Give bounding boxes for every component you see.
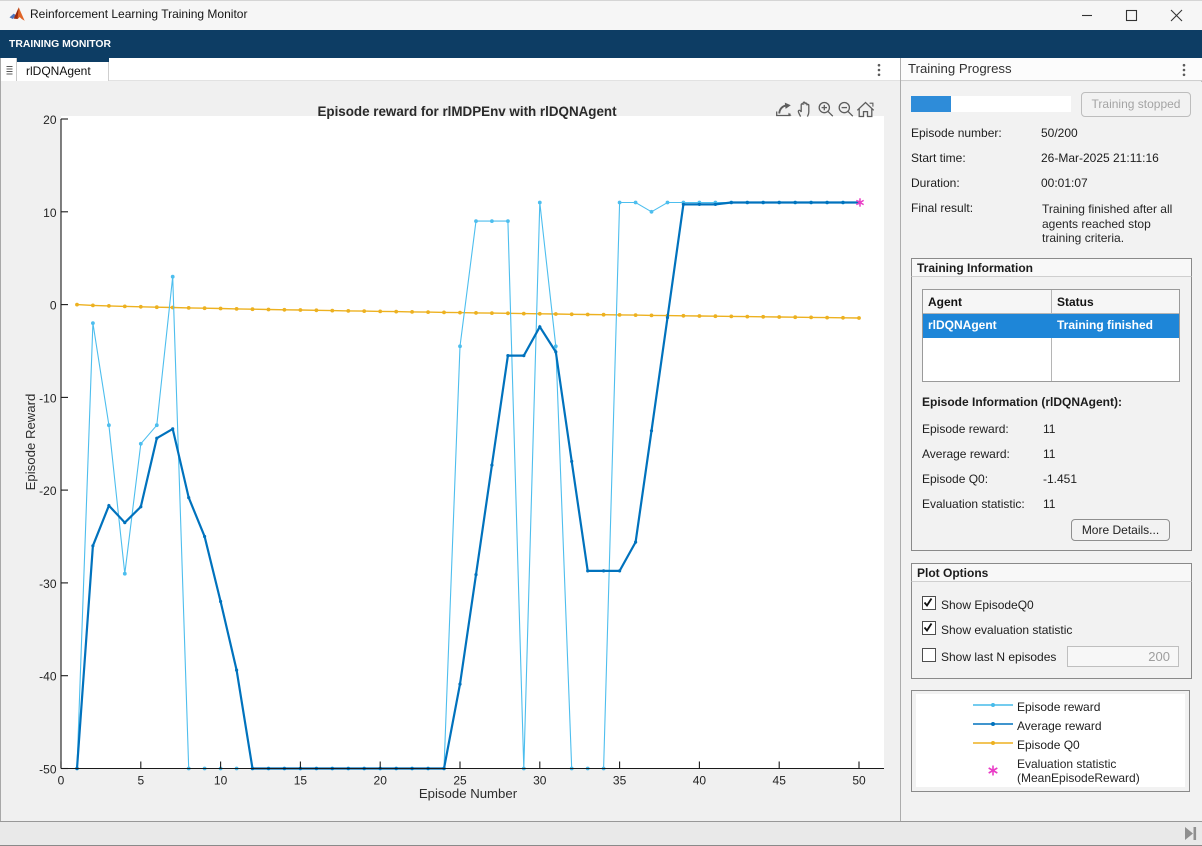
svg-text:-20: -20	[39, 484, 57, 498]
svg-text:0: 0	[50, 299, 57, 313]
svg-text:-50: -50	[39, 763, 57, 777]
svg-text:Episode reward for rlMDPEnv wi: Episode reward for rlMDPEnv with rlDQNAg…	[317, 104, 617, 119]
svg-text:35: 35	[613, 773, 627, 787]
svg-text:30: 30	[533, 773, 547, 787]
svg-text:-40: -40	[39, 670, 57, 684]
svg-text:10: 10	[43, 206, 57, 220]
svg-text:10: 10	[214, 773, 228, 787]
svg-text:20: 20	[43, 113, 57, 127]
svg-text:-10: -10	[39, 391, 57, 405]
svg-text:0: 0	[58, 773, 65, 787]
svg-text:40: 40	[693, 773, 707, 787]
svg-text:45: 45	[773, 773, 787, 787]
svg-text:20: 20	[374, 773, 388, 787]
svg-text:-30: -30	[39, 577, 57, 591]
svg-text:5: 5	[137, 773, 144, 787]
svg-text:15: 15	[294, 773, 308, 787]
svg-text:50: 50	[852, 773, 866, 787]
svg-text:Episode Number: Episode Number	[419, 786, 518, 801]
svg-text:Episode Reward: Episode Reward	[23, 394, 38, 491]
